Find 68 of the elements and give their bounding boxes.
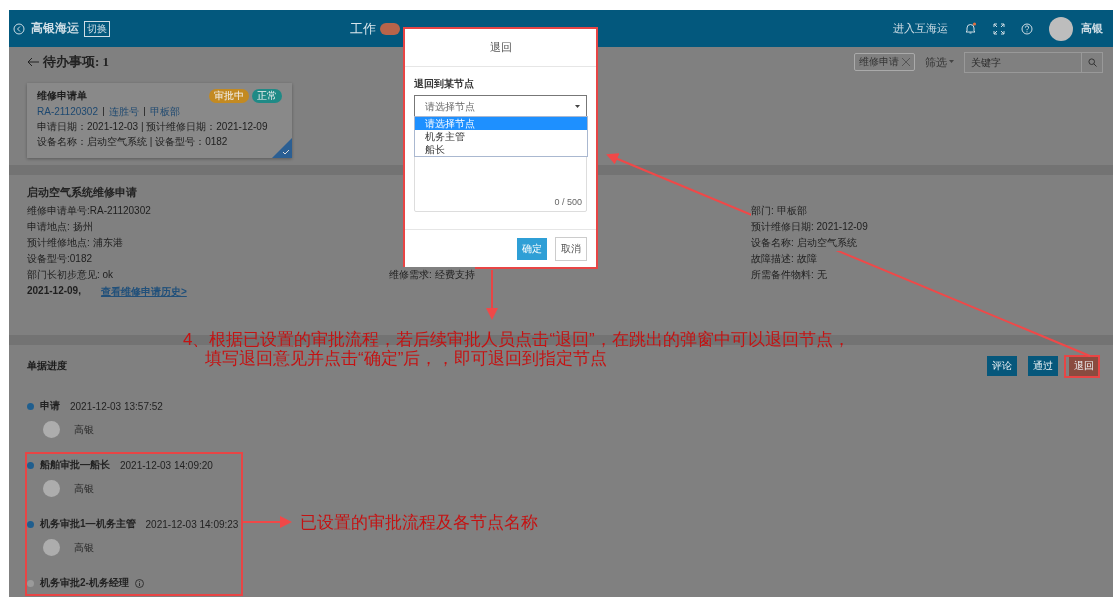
dialog-title: 退回 [405,29,596,67]
step-user: 高银 [74,422,94,437]
detail-field: 设备型号:0182 [27,251,93,267]
step-user: 高银 [74,540,94,555]
card-dates: 申请日期：2021-12-03 | 预计维修日期：2021-12-09 [37,120,269,133]
todo-title: 待办事项: 1 [43,53,110,71]
user-avatar [43,480,60,497]
step-time: 2021-12-03 14:09:23 [145,518,239,530]
action-button[interactable]: 通过 [1028,356,1058,376]
help-icon[interactable] [1021,22,1033,35]
info-icon[interactable] [134,578,144,588]
search-field[interactable]: 关键字 [964,51,1103,73]
dropdown-option[interactable]: 请选择节点 [415,117,587,130]
detail-field: 故障描述: 故障 [751,251,817,267]
status-badge: 审批中 [209,89,249,103]
annotation-text: 已设置的审批流程及各节点名称 [300,513,538,532]
card-equipment: 设备名称：启动空气系统 | 设备型号：0182 [37,135,229,148]
highlight-frame [1064,355,1100,378]
step-name: 船舶审批—船长 [40,458,110,472]
back-arrow-icon[interactable] [27,57,39,67]
filter-tag[interactable]: 维修申请 [854,53,915,71]
user-avatar [43,539,60,556]
filter-dropdown[interactable]: 筛选 [925,54,954,70]
annotation-text: 填写退回意见并点击“确定”后，，即可退回到指定节点 [205,349,608,368]
brand-name: 高银海运 [31,20,79,37]
char-counter: 0 / 500 [554,197,582,207]
detail-field: 申请地点: 扬州 [27,219,93,235]
caret-icon [575,103,580,110]
action-button[interactable]: 退回 [1069,356,1099,376]
detail-date: 2021-12-09, [27,285,81,298]
detail-field: 维修申请单号:RA-21120302 [27,203,151,219]
search-icon [1087,57,1097,67]
filter-tag-label: 维修申请 [859,55,899,69]
select-placeholder: 请选择节点 [425,99,475,114]
portal-link[interactable]: 进入互海运 [893,21,948,36]
step-name: 机务审批2-机务经理 [40,576,129,590]
back-circle-icon[interactable] [13,22,25,35]
caret-icon [949,60,954,64]
field-label: 退回到某节点 [414,77,475,91]
search-input[interactable]: 关键字 [965,52,1081,72]
step-name: 申请 [40,399,60,413]
user-avatar [43,421,60,438]
step-user: 高银 [74,481,94,496]
step-name: 机务审批1—机务主管 [40,517,136,531]
action-button[interactable]: 评论 [987,356,1017,376]
user-avatar[interactable] [1049,16,1073,41]
detail-field: 维修需求: 经费支持 [389,267,475,283]
detail-field: 所需备件物料: 无 [751,267,827,283]
detail-title: 启动空气系统维修申请 [27,185,138,200]
fullscreen-icon[interactable] [993,22,1005,35]
detail-field: 预计维修地点: 浦东港 [27,235,123,251]
step-time: 2021-12-03 13:57:52 [70,400,163,412]
nav-tab[interactable]: 工作 [350,19,376,38]
detail-field: 部门长初步意见: ok [27,267,114,283]
annotation-arrow [242,516,292,528]
annotation-text: 4、根据已设置的审批流程，若后续审批人员点击“退回”，在跳出的弹窗中可以退回节点， [183,330,850,349]
count-badge [380,22,400,35]
switch-link[interactable]: 切换 [84,20,110,37]
detail-field: 部门: 甲板部 [751,203,807,219]
card-title: 维修申请单 [37,89,87,103]
user-name[interactable]: 高银 [1081,21,1103,36]
status-badge: 正常 [252,89,282,103]
progress-title: 单据进度 [27,359,67,373]
step-time: 2021-12-03 14:09:20 [120,459,213,471]
dialog-button[interactable]: 取消 [555,236,587,261]
detail-field: 预计维修日期: 2021-12-09 [751,219,868,235]
detail-field: 设备名称: 启动空气系统 [751,235,857,251]
bell-icon[interactable] [964,22,977,35]
